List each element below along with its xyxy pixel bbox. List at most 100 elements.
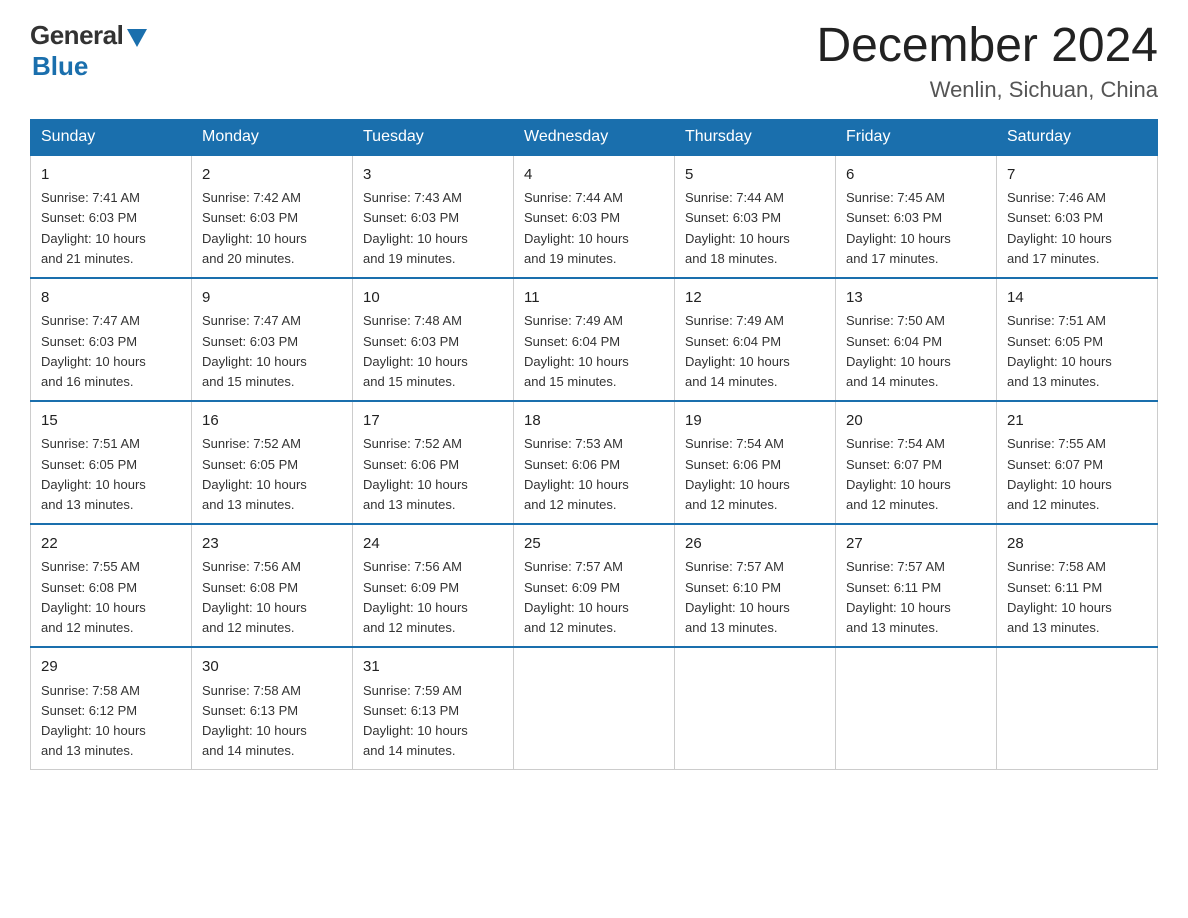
- day-number: 20: [846, 410, 986, 433]
- calendar-cell-empty: [997, 647, 1158, 770]
- calendar-cell-15: 15Sunrise: 7:51 AM Sunset: 6:05 PM Dayli…: [31, 401, 192, 524]
- day-info: Sunrise: 7:58 AM Sunset: 6:11 PM Dayligh…: [1007, 557, 1147, 638]
- day-number: 11: [524, 287, 664, 310]
- logo-triangle-icon: [127, 29, 147, 47]
- day-info: Sunrise: 7:58 AM Sunset: 6:13 PM Dayligh…: [202, 681, 342, 762]
- weekday-header-tuesday: Tuesday: [353, 119, 514, 155]
- day-info: Sunrise: 7:55 AM Sunset: 6:08 PM Dayligh…: [41, 557, 181, 638]
- day-info: Sunrise: 7:51 AM Sunset: 6:05 PM Dayligh…: [41, 434, 181, 515]
- day-info: Sunrise: 7:44 AM Sunset: 6:03 PM Dayligh…: [685, 188, 825, 269]
- day-number: 12: [685, 287, 825, 310]
- calendar-cell-3: 3Sunrise: 7:43 AM Sunset: 6:03 PM Daylig…: [353, 155, 514, 278]
- calendar-cell-empty: [675, 647, 836, 770]
- weekday-header-wednesday: Wednesday: [514, 119, 675, 155]
- day-number: 24: [363, 533, 503, 556]
- calendar-cell-22: 22Sunrise: 7:55 AM Sunset: 6:08 PM Dayli…: [31, 524, 192, 647]
- calendar-cell-12: 12Sunrise: 7:49 AM Sunset: 6:04 PM Dayli…: [675, 278, 836, 401]
- day-number: 9: [202, 287, 342, 310]
- day-number: 15: [41, 410, 181, 433]
- calendar-table: SundayMondayTuesdayWednesdayThursdayFrid…: [30, 119, 1158, 770]
- day-number: 18: [524, 410, 664, 433]
- day-number: 17: [363, 410, 503, 433]
- day-number: 10: [363, 287, 503, 310]
- day-info: Sunrise: 7:56 AM Sunset: 6:08 PM Dayligh…: [202, 557, 342, 638]
- calendar-cell-10: 10Sunrise: 7:48 AM Sunset: 6:03 PM Dayli…: [353, 278, 514, 401]
- calendar-cell-24: 24Sunrise: 7:56 AM Sunset: 6:09 PM Dayli…: [353, 524, 514, 647]
- calendar-cell-26: 26Sunrise: 7:57 AM Sunset: 6:10 PM Dayli…: [675, 524, 836, 647]
- day-info: Sunrise: 7:51 AM Sunset: 6:05 PM Dayligh…: [1007, 311, 1147, 392]
- day-number: 5: [685, 164, 825, 187]
- week-row-3: 15Sunrise: 7:51 AM Sunset: 6:05 PM Dayli…: [31, 401, 1158, 524]
- calendar-cell-empty: [514, 647, 675, 770]
- day-info: Sunrise: 7:52 AM Sunset: 6:06 PM Dayligh…: [363, 434, 503, 515]
- calendar-cell-17: 17Sunrise: 7:52 AM Sunset: 6:06 PM Dayli…: [353, 401, 514, 524]
- day-info: Sunrise: 7:52 AM Sunset: 6:05 PM Dayligh…: [202, 434, 342, 515]
- day-info: Sunrise: 7:57 AM Sunset: 6:09 PM Dayligh…: [524, 557, 664, 638]
- day-number: 2: [202, 164, 342, 187]
- day-number: 28: [1007, 533, 1147, 556]
- day-number: 14: [1007, 287, 1147, 310]
- calendar-cell-13: 13Sunrise: 7:50 AM Sunset: 6:04 PM Dayli…: [836, 278, 997, 401]
- calendar-cell-empty: [836, 647, 997, 770]
- day-info: Sunrise: 7:42 AM Sunset: 6:03 PM Dayligh…: [202, 188, 342, 269]
- day-info: Sunrise: 7:49 AM Sunset: 6:04 PM Dayligh…: [524, 311, 664, 392]
- day-number: 16: [202, 410, 342, 433]
- day-info: Sunrise: 7:58 AM Sunset: 6:12 PM Dayligh…: [41, 681, 181, 762]
- day-info: Sunrise: 7:44 AM Sunset: 6:03 PM Dayligh…: [524, 188, 664, 269]
- calendar-cell-8: 8Sunrise: 7:47 AM Sunset: 6:03 PM Daylig…: [31, 278, 192, 401]
- day-number: 22: [41, 533, 181, 556]
- day-info: Sunrise: 7:53 AM Sunset: 6:06 PM Dayligh…: [524, 434, 664, 515]
- calendar-cell-20: 20Sunrise: 7:54 AM Sunset: 6:07 PM Dayli…: [836, 401, 997, 524]
- calendar-cell-6: 6Sunrise: 7:45 AM Sunset: 6:03 PM Daylig…: [836, 155, 997, 278]
- weekday-header-friday: Friday: [836, 119, 997, 155]
- calendar-cell-25: 25Sunrise: 7:57 AM Sunset: 6:09 PM Dayli…: [514, 524, 675, 647]
- day-info: Sunrise: 7:57 AM Sunset: 6:10 PM Dayligh…: [685, 557, 825, 638]
- calendar-cell-18: 18Sunrise: 7:53 AM Sunset: 6:06 PM Dayli…: [514, 401, 675, 524]
- calendar-cell-23: 23Sunrise: 7:56 AM Sunset: 6:08 PM Dayli…: [192, 524, 353, 647]
- day-number: 3: [363, 164, 503, 187]
- day-info: Sunrise: 7:50 AM Sunset: 6:04 PM Dayligh…: [846, 311, 986, 392]
- calendar-cell-19: 19Sunrise: 7:54 AM Sunset: 6:06 PM Dayli…: [675, 401, 836, 524]
- day-info: Sunrise: 7:56 AM Sunset: 6:09 PM Dayligh…: [363, 557, 503, 638]
- day-number: 21: [1007, 410, 1147, 433]
- day-info: Sunrise: 7:57 AM Sunset: 6:11 PM Dayligh…: [846, 557, 986, 638]
- weekday-header-row: SundayMondayTuesdayWednesdayThursdayFrid…: [31, 119, 1158, 155]
- calendar-cell-5: 5Sunrise: 7:44 AM Sunset: 6:03 PM Daylig…: [675, 155, 836, 278]
- week-row-4: 22Sunrise: 7:55 AM Sunset: 6:08 PM Dayli…: [31, 524, 1158, 647]
- day-number: 6: [846, 164, 986, 187]
- calendar-cell-2: 2Sunrise: 7:42 AM Sunset: 6:03 PM Daylig…: [192, 155, 353, 278]
- day-info: Sunrise: 7:54 AM Sunset: 6:06 PM Dayligh…: [685, 434, 825, 515]
- day-info: Sunrise: 7:59 AM Sunset: 6:13 PM Dayligh…: [363, 681, 503, 762]
- weekday-header-sunday: Sunday: [31, 119, 192, 155]
- calendar-cell-27: 27Sunrise: 7:57 AM Sunset: 6:11 PM Dayli…: [836, 524, 997, 647]
- day-info: Sunrise: 7:47 AM Sunset: 6:03 PM Dayligh…: [202, 311, 342, 392]
- day-number: 29: [41, 656, 181, 679]
- day-info: Sunrise: 7:45 AM Sunset: 6:03 PM Dayligh…: [846, 188, 986, 269]
- calendar-cell-1: 1Sunrise: 7:41 AM Sunset: 6:03 PM Daylig…: [31, 155, 192, 278]
- calendar-cell-29: 29Sunrise: 7:58 AM Sunset: 6:12 PM Dayli…: [31, 647, 192, 770]
- calendar-cell-30: 30Sunrise: 7:58 AM Sunset: 6:13 PM Dayli…: [192, 647, 353, 770]
- logo-general-text: General: [30, 20, 123, 51]
- calendar-cell-16: 16Sunrise: 7:52 AM Sunset: 6:05 PM Dayli…: [192, 401, 353, 524]
- calendar-cell-21: 21Sunrise: 7:55 AM Sunset: 6:07 PM Dayli…: [997, 401, 1158, 524]
- day-number: 23: [202, 533, 342, 556]
- day-number: 1: [41, 164, 181, 187]
- day-number: 27: [846, 533, 986, 556]
- weekday-header-monday: Monday: [192, 119, 353, 155]
- day-number: 13: [846, 287, 986, 310]
- day-info: Sunrise: 7:48 AM Sunset: 6:03 PM Dayligh…: [363, 311, 503, 392]
- calendar-cell-28: 28Sunrise: 7:58 AM Sunset: 6:11 PM Dayli…: [997, 524, 1158, 647]
- day-number: 26: [685, 533, 825, 556]
- day-number: 31: [363, 656, 503, 679]
- logo-blue-text: Blue: [32, 51, 88, 82]
- day-info: Sunrise: 7:55 AM Sunset: 6:07 PM Dayligh…: [1007, 434, 1147, 515]
- calendar-cell-31: 31Sunrise: 7:59 AM Sunset: 6:13 PM Dayli…: [353, 647, 514, 770]
- day-info: Sunrise: 7:47 AM Sunset: 6:03 PM Dayligh…: [41, 311, 181, 392]
- month-title: December 2024: [816, 20, 1158, 73]
- day-number: 25: [524, 533, 664, 556]
- calendar-cell-4: 4Sunrise: 7:44 AM Sunset: 6:03 PM Daylig…: [514, 155, 675, 278]
- day-number: 7: [1007, 164, 1147, 187]
- logo: General Blue: [30, 20, 147, 82]
- location-title: Wenlin, Sichuan, China: [816, 77, 1158, 103]
- title-section: December 2024 Wenlin, Sichuan, China: [816, 20, 1158, 103]
